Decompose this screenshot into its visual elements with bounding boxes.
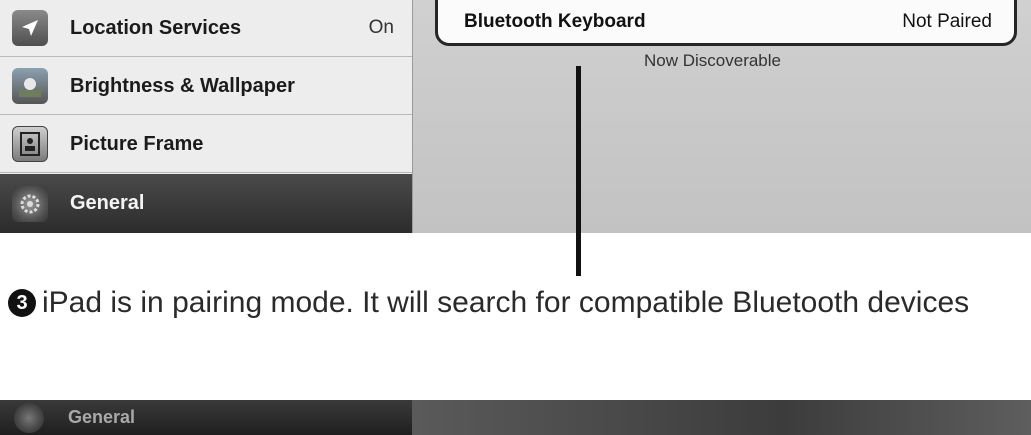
bluetooth-device-row[interactable]: Bluetooth Keyboard Not Paired xyxy=(435,0,1017,46)
sidebar-item-picture-frame[interactable]: Picture Frame xyxy=(0,116,412,173)
device-name: Bluetooth Keyboard xyxy=(464,11,646,32)
sidebar-item-value: On xyxy=(368,17,394,38)
discoverable-status: Now Discoverable xyxy=(644,51,781,70)
sidebar-item-location-services[interactable]: Location Services On xyxy=(0,0,412,57)
instruction-caption: 3 iPad is in pairing mode. It will searc… xyxy=(8,286,969,320)
settings-screenshot-bottom: General xyxy=(0,400,1031,435)
gear-icon xyxy=(14,402,44,433)
step-number-badge: 3 xyxy=(8,289,36,317)
sidebar-item-general-bottom[interactable]: General xyxy=(0,400,412,435)
sidebar-item-label: General xyxy=(68,407,136,427)
callout-line xyxy=(576,66,581,276)
gear-icon xyxy=(12,185,48,222)
caption-text: iPad is in pairing mode. It will search … xyxy=(42,286,970,319)
detail-pane-bottom xyxy=(412,400,1031,435)
picture-frame-icon xyxy=(12,126,48,162)
settings-screenshot-top: Location Services On Brightness & Wallpa… xyxy=(0,0,1031,233)
flower-icon xyxy=(12,68,48,104)
sidebar-item-label: Picture Frame xyxy=(70,132,204,155)
sidebar-item-label: General xyxy=(70,192,145,214)
sidebar-item-brightness-wallpaper[interactable]: Brightness & Wallpaper xyxy=(0,58,412,115)
location-arrow-icon xyxy=(12,10,48,46)
sidebar-item-general[interactable]: General xyxy=(0,174,412,233)
sidebar-item-label: Brightness & Wallpaper xyxy=(70,74,295,97)
settings-sidebar: Location Services On Brightness & Wallpa… xyxy=(0,0,413,233)
device-status: Not Paired xyxy=(902,11,992,32)
sidebar-item-label: Location Services xyxy=(70,16,242,39)
settings-detail-pane: Bluetooth Keyboard Not Paired Now Discov… xyxy=(413,0,1031,233)
